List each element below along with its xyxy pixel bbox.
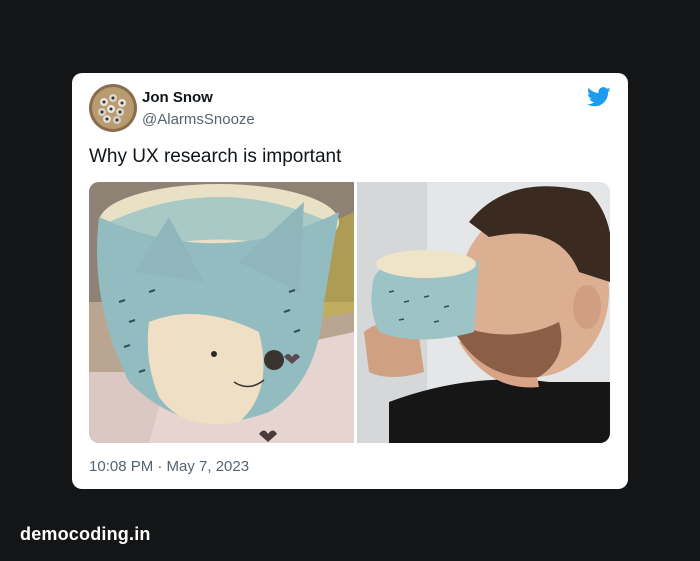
- author-name[interactable]: Jon Snow: [142, 89, 213, 106]
- tweet-timestamp[interactable]: 10:08 PM · May 7, 2023: [89, 458, 249, 475]
- avatar-image: [89, 84, 137, 132]
- site-watermark: democoding.in: [20, 524, 151, 544]
- avatar[interactable]: [89, 84, 137, 132]
- cat-shaped-ceramic-mug-image: [89, 182, 354, 443]
- twitter-bird-icon[interactable]: [587, 87, 611, 107]
- author-handle[interactable]: @AlarmsSnooze: [142, 111, 255, 128]
- tweet-text: Why UX research is important: [89, 146, 342, 167]
- tweet-card: Jon Snow @AlarmsSnooze Why UX research i…: [72, 73, 628, 489]
- man-drinking-from-mug-image: [357, 182, 610, 443]
- tweet-media[interactable]: [89, 182, 610, 443]
